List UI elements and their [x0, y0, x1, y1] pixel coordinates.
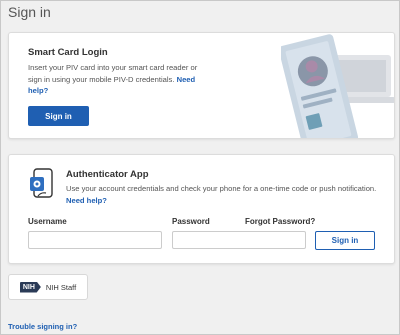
nih-logo-icon: NIH: [19, 281, 41, 293]
password-label: Password: [172, 217, 210, 226]
nih-staff-label: NIH Staff: [45, 282, 77, 292]
phone-authenticator-icon: [30, 168, 53, 198]
smart-card-section: Smart Card Login Insert your PIV card in…: [8, 32, 395, 139]
nih-staff-button[interactable]: NIH NIH Staff: [8, 274, 88, 300]
authenticator-help-link[interactable]: Need help?: [66, 196, 107, 205]
authenticator-sign-in-button[interactable]: Sign in: [315, 231, 375, 250]
smart-card-sign-in-button[interactable]: Sign in: [28, 106, 89, 126]
authenticator-description: Use your account credentials and check y…: [66, 183, 386, 206]
smart-card-description-text: Insert your PIV card into your smart car…: [28, 63, 198, 84]
page-title: Sign in: [8, 4, 51, 20]
username-input[interactable]: [28, 231, 162, 249]
id-card-illustration: [281, 34, 394, 138]
smart-card-heading: Smart Card Login: [28, 47, 108, 58]
forgot-password-link[interactable]: Forgot Password?: [245, 217, 315, 226]
smart-card-description: Insert your PIV card into your smart car…: [28, 62, 203, 97]
page-frame: Sign in Smart Card Login Insert your PIV…: [0, 0, 400, 335]
username-label: Username: [28, 217, 67, 226]
trouble-signing-in-link[interactable]: Trouble signing in?: [8, 322, 77, 331]
authenticator-description-text: Use your account credentials and check y…: [66, 184, 377, 193]
password-input[interactable]: [172, 231, 306, 249]
authenticator-section: Authenticator App Use your account crede…: [8, 154, 395, 264]
authenticator-heading: Authenticator App: [66, 169, 149, 180]
